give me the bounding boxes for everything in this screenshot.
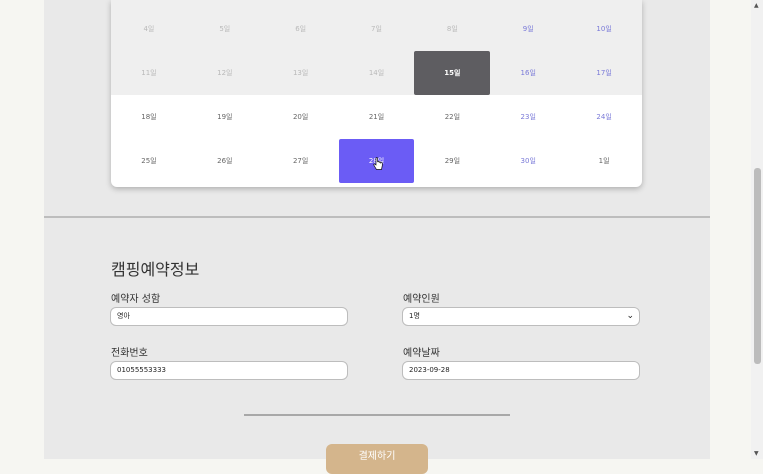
section-divider xyxy=(44,216,710,218)
calendar-day[interactable]: 18일 xyxy=(111,95,187,139)
page-panel: 4일 5일 6일 7일 8일 9일 10일 11일 12일 13일 14일 15일 16일 17일 18일 1… xyxy=(44,0,710,474)
calendar-day[interactable]: 19일 xyxy=(187,95,263,139)
calendar-day[interactable]: 24일 xyxy=(566,95,642,139)
reservation-title: 캠핑예약정보 xyxy=(111,260,200,279)
calendar-day[interactable]: 8일 xyxy=(414,0,490,51)
people-label: 예약인원 xyxy=(403,294,440,305)
calendar-day[interactable]: 12일 xyxy=(187,51,263,95)
calendar-day[interactable]: 30일 xyxy=(490,139,566,183)
calendar-day[interactable]: 20일 xyxy=(263,95,339,139)
calendar-day-selected[interactable]: 28일 xyxy=(338,139,415,183)
calendar-day[interactable]: 9일 xyxy=(490,0,566,51)
calendar-week-row: 18일 19일 20일 21일 22일 23일 24일 xyxy=(111,95,642,139)
hand-cursor-icon xyxy=(372,157,383,170)
calendar-day[interactable]: 23일 xyxy=(490,95,566,139)
scroll-down-icon[interactable]: ▼ xyxy=(754,450,759,457)
pay-button[interactable]: 결제하기 xyxy=(326,444,428,474)
form-divider xyxy=(244,414,510,416)
calendar-day[interactable]: 21일 xyxy=(339,95,415,139)
calendar-day[interactable]: 29일 xyxy=(414,139,490,183)
calendar-week-row: 11일 12일 13일 14일 15일 16일 17일 xyxy=(111,51,642,95)
name-input[interactable]: 영아 xyxy=(110,307,348,326)
phone-input[interactable]: 01055553333 xyxy=(110,361,348,380)
people-select-value: 1명 xyxy=(409,312,420,320)
calendar-week-row: 4일 5일 6일 7일 8일 9일 10일 xyxy=(111,0,642,51)
calendar-day[interactable]: 6일 xyxy=(263,0,339,51)
calendar-day[interactable]: 26일 xyxy=(187,139,263,183)
phone-label: 전화번호 xyxy=(111,348,148,359)
scrollbar[interactable]: ▲ ▼ xyxy=(751,0,763,459)
calendar-day[interactable]: 11일 xyxy=(111,51,187,95)
calendar-day[interactable]: 1일 xyxy=(566,139,642,183)
calendar-day[interactable]: 14일 xyxy=(339,51,415,95)
calendar-day[interactable]: 4일 xyxy=(111,0,187,51)
calendar-day[interactable]: 25일 xyxy=(111,139,187,183)
name-label: 예약자 성함 xyxy=(111,294,161,305)
calendar-day-today[interactable]: 15일 xyxy=(414,51,491,95)
people-select[interactable]: 1명 ⌄ xyxy=(402,307,640,326)
date-label: 예약날짜 xyxy=(403,348,440,359)
calendar-day[interactable]: 22일 xyxy=(414,95,490,139)
calendar-day[interactable]: 13일 xyxy=(263,51,339,95)
scroll-up-icon[interactable]: ▲ xyxy=(754,2,759,9)
scroll-thumb[interactable] xyxy=(754,168,761,364)
calendar-day[interactable]: 17일 xyxy=(566,51,642,95)
calendar-week-row: 25일26일27일28일29일30일1일 xyxy=(111,139,642,183)
calendar-day[interactable]: 10일 xyxy=(566,0,642,51)
calendar-day[interactable]: 16일 xyxy=(490,51,566,95)
chevron-down-icon: ⌄ xyxy=(626,311,634,321)
calendar-day[interactable]: 27일 xyxy=(263,139,339,183)
calendar: 4일 5일 6일 7일 8일 9일 10일 11일 12일 13일 14일 15일 16일 17일 18일 1… xyxy=(111,0,642,187)
calendar-day[interactable]: 7일 xyxy=(339,0,415,51)
date-input[interactable]: 2023-09-28 xyxy=(402,361,640,380)
calendar-day[interactable]: 5일 xyxy=(187,0,263,51)
